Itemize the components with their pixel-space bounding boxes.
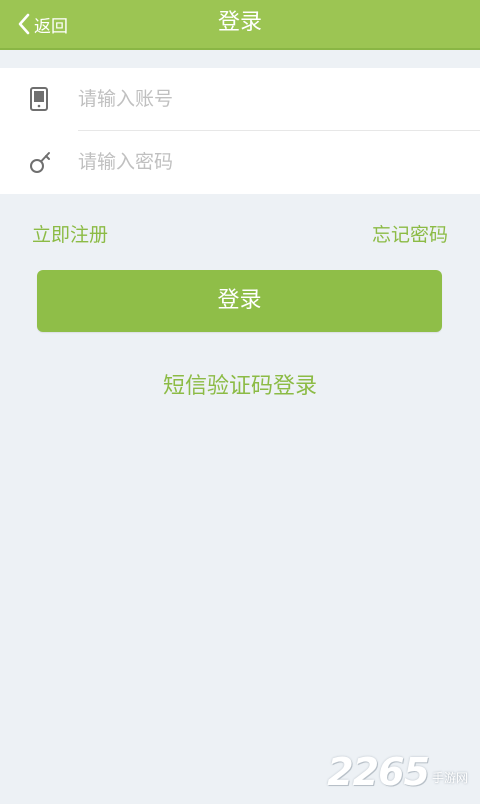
phone-icon (30, 87, 48, 111)
watermark-site: 手游网 (431, 771, 468, 785)
key-icon (30, 152, 50, 173)
account-row (0, 68, 480, 131)
watermark-logo: 2265 手游网 (327, 750, 468, 794)
register-link[interactable]: 立即注册 (32, 220, 108, 247)
password-row (0, 131, 480, 194)
account-input[interactable] (78, 82, 458, 116)
password-input[interactable] (78, 145, 458, 179)
login-form (0, 68, 480, 194)
watermark-number: 2265 (327, 750, 430, 794)
sms-login-link[interactable]: 短信验证码登录 (0, 368, 480, 400)
login-button[interactable]: 登录 (37, 270, 442, 332)
header-bar: 返回 登录 (0, 0, 480, 50)
page-title: 登录 (217, 10, 262, 35)
forgot-password-link[interactable]: 忘记密码 (372, 220, 448, 247)
